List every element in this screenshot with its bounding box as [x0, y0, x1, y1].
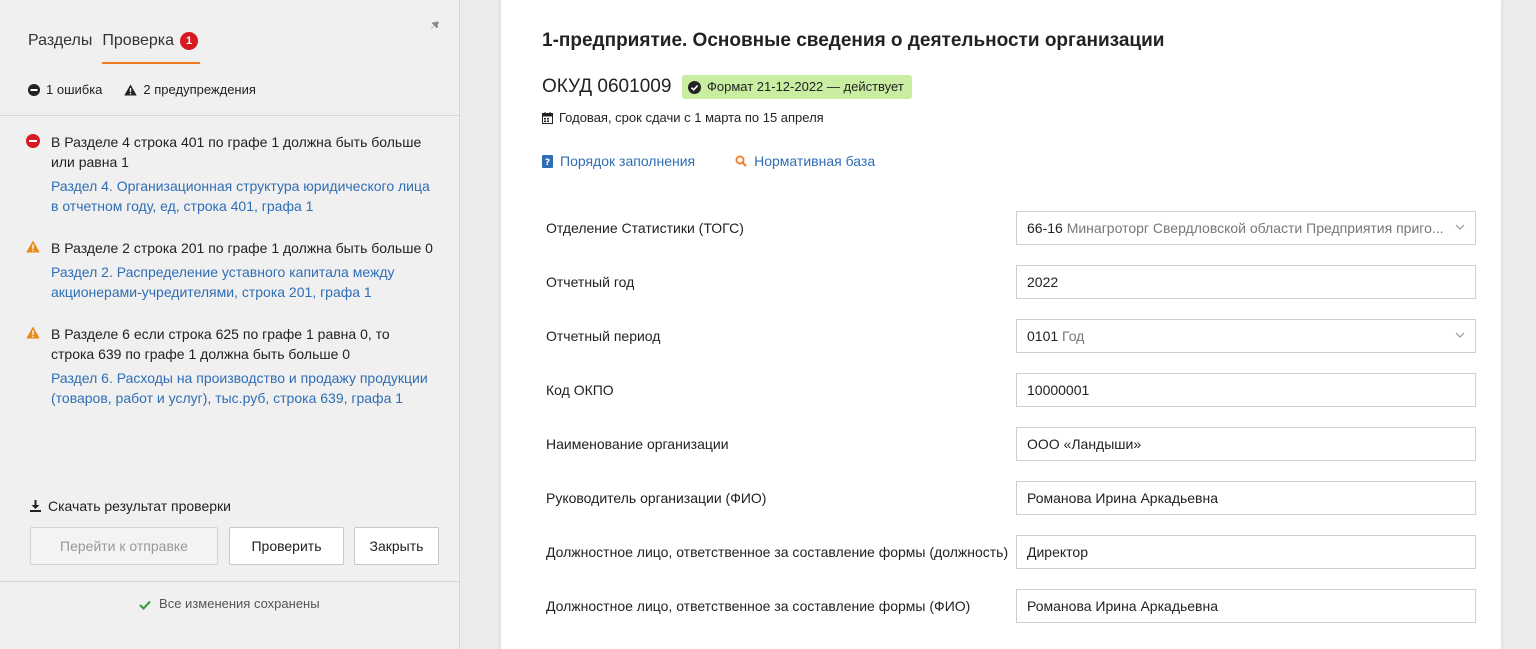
- issue-message: В Разделе 2 строка 201 по графе 1 должна…: [51, 240, 433, 256]
- fill-order-label: Порядок заполнения: [560, 153, 696, 169]
- select-name: Минагроторг Свердловской области Предпри…: [1066, 220, 1444, 236]
- form-row-responsible-name: Должностное лицо, ответственное за соста…: [546, 589, 1476, 623]
- go-to-send-button[interactable]: Перейти к отправке: [30, 527, 218, 565]
- field-label: Наименование организации: [546, 436, 729, 452]
- okud-code: ОКУД 0601009: [542, 76, 672, 97]
- issue-item: В Разделе 6 если строка 625 по графе 1 р…: [26, 324, 436, 408]
- format-status-label: Формат 21-12-2022 — действует: [707, 79, 904, 94]
- form-row-togs: Отделение Статистики (ТОГС) 66-16 Минагр…: [546, 211, 1476, 245]
- chevron-down-icon: [1455, 224, 1465, 230]
- error-count-badge: 1: [180, 32, 199, 50]
- issues-list: В Разделе 4 строка 401 по графе 1 должна…: [26, 132, 436, 430]
- field-label: Отчетный год: [546, 274, 635, 290]
- form-row-org-name: Наименование организации ООО «Ландыши»: [546, 427, 1476, 461]
- save-status-label: Все изменения сохранены: [159, 596, 320, 611]
- svg-text:?: ?: [545, 158, 550, 168]
- select-name: Год: [1062, 328, 1085, 344]
- field-label: Должностное лицо, ответственное за соста…: [546, 544, 1009, 560]
- tab-sections[interactable]: Разделы: [28, 32, 92, 64]
- warnings-summary[interactable]: 2 предупреждения: [124, 82, 256, 97]
- warning-icon: [124, 84, 138, 95]
- normative-base-label: Нормативная база: [754, 153, 876, 169]
- errors-count-label: 1 ошибка: [46, 82, 103, 97]
- fill-order-link[interactable]: ? Порядок заполнения: [542, 153, 695, 169]
- divider: [0, 115, 459, 116]
- field-label: Отчетный период: [546, 328, 661, 344]
- org-name-input[interactable]: ООО «Ландыши»: [1016, 427, 1476, 461]
- issue-message: В Разделе 4 строка 401 по графе 1 должна…: [51, 134, 422, 170]
- check-circle-icon: [688, 80, 701, 94]
- tab-check-label: Проверка: [102, 32, 175, 49]
- format-status-badge: Формат 21-12-2022 — действует: [682, 75, 912, 99]
- check-button[interactable]: Проверить: [229, 527, 344, 565]
- help-book-icon: ?: [542, 154, 553, 168]
- download-label: Скачать результат проверки: [48, 498, 231, 514]
- report-period-select[interactable]: 0101 Год: [1016, 319, 1476, 353]
- responsible-name-input[interactable]: Романова Ирина Аркадьевна: [1016, 589, 1476, 623]
- check-panel: Разделы Проверка 1 1 ошибка 2 предупрежде…: [0, 0, 460, 649]
- issue-item: В Разделе 4 строка 401 по графе 1 должна…: [26, 132, 436, 216]
- form-card: 1-предприятие. Основные сведения о деяте…: [501, 0, 1501, 649]
- select-code: 0101: [1027, 328, 1059, 344]
- chevron-down-icon: [1455, 332, 1465, 338]
- report-year-input[interactable]: 2022: [1016, 265, 1476, 299]
- issue-item: В Разделе 2 строка 201 по графе 1 должна…: [26, 238, 436, 302]
- head-name-input[interactable]: Романова Ирина Аркадьевна: [1016, 481, 1476, 515]
- form-row-year: Отчетный год 2022: [546, 265, 1476, 299]
- field-label: Руководитель организации (ФИО): [546, 490, 767, 506]
- error-icon: [28, 83, 40, 96]
- responsible-position-input[interactable]: Директор: [1016, 535, 1476, 569]
- period-note-label: Годовая, срок сдачи с 1 марта по 15 апре…: [559, 110, 824, 125]
- errors-summary[interactable]: 1 ошибка: [28, 82, 102, 97]
- panel-tabs: Разделы Проверка 1: [28, 32, 201, 64]
- reporting-period-note: Годовая, срок сдачи с 1 марта по 15 апре…: [542, 110, 824, 125]
- form-title: 1-предприятие. Основные сведения о деяте…: [542, 30, 1165, 51]
- togs-select[interactable]: 66-16 Минагроторг Свердловской области П…: [1016, 211, 1476, 245]
- warning-icon: [26, 326, 40, 339]
- issue-link[interactable]: Раздел 6. Расходы на производство и прод…: [51, 368, 436, 408]
- field-label: Код ОКПО: [546, 382, 614, 398]
- select-code: 66-16: [1027, 220, 1063, 236]
- close-button[interactable]: Закрыть: [354, 527, 439, 565]
- form-row-period: Отчетный период 0101 Год: [546, 319, 1476, 353]
- field-label: Должностное лицо, ответственное за соста…: [546, 598, 971, 614]
- download-icon: [30, 500, 41, 512]
- okpo-input[interactable]: 10000001: [1016, 373, 1476, 407]
- issue-link[interactable]: Раздел 2. Распределение уставного капита…: [51, 262, 436, 302]
- save-status: Все изменения сохранены: [0, 596, 459, 611]
- warnings-count-label: 2 предупреждения: [143, 82, 256, 97]
- pin-icon[interactable]: [428, 16, 444, 32]
- issue-link[interactable]: Раздел 4. Организационная структура юрид…: [51, 176, 436, 216]
- checkmark-icon: [139, 600, 152, 611]
- calendar-icon: [542, 111, 553, 124]
- help-links: ? Порядок заполнения Нормативная база: [542, 153, 915, 169]
- warning-icon: [26, 240, 40, 253]
- issue-message: В Разделе 6 если строка 625 по графе 1 р…: [51, 326, 390, 362]
- form-row-head: Руководитель организации (ФИО) Романова …: [546, 481, 1476, 515]
- normative-base-link[interactable]: Нормативная база: [735, 153, 875, 169]
- tab-check[interactable]: Проверка 1: [102, 32, 201, 64]
- field-label: Отделение Статистики (ТОГС): [546, 220, 744, 236]
- download-result-link[interactable]: Скачать результат проверки: [30, 498, 231, 514]
- check-summary: 1 ошибка 2 предупреждения: [28, 82, 278, 97]
- search-icon: [735, 155, 747, 167]
- form-row-okpo: Код ОКПО 10000001: [546, 373, 1476, 407]
- form-row-responsible-position: Должностное лицо, ответственное за соста…: [546, 535, 1476, 569]
- divider: [0, 581, 459, 582]
- error-icon: [26, 134, 40, 148]
